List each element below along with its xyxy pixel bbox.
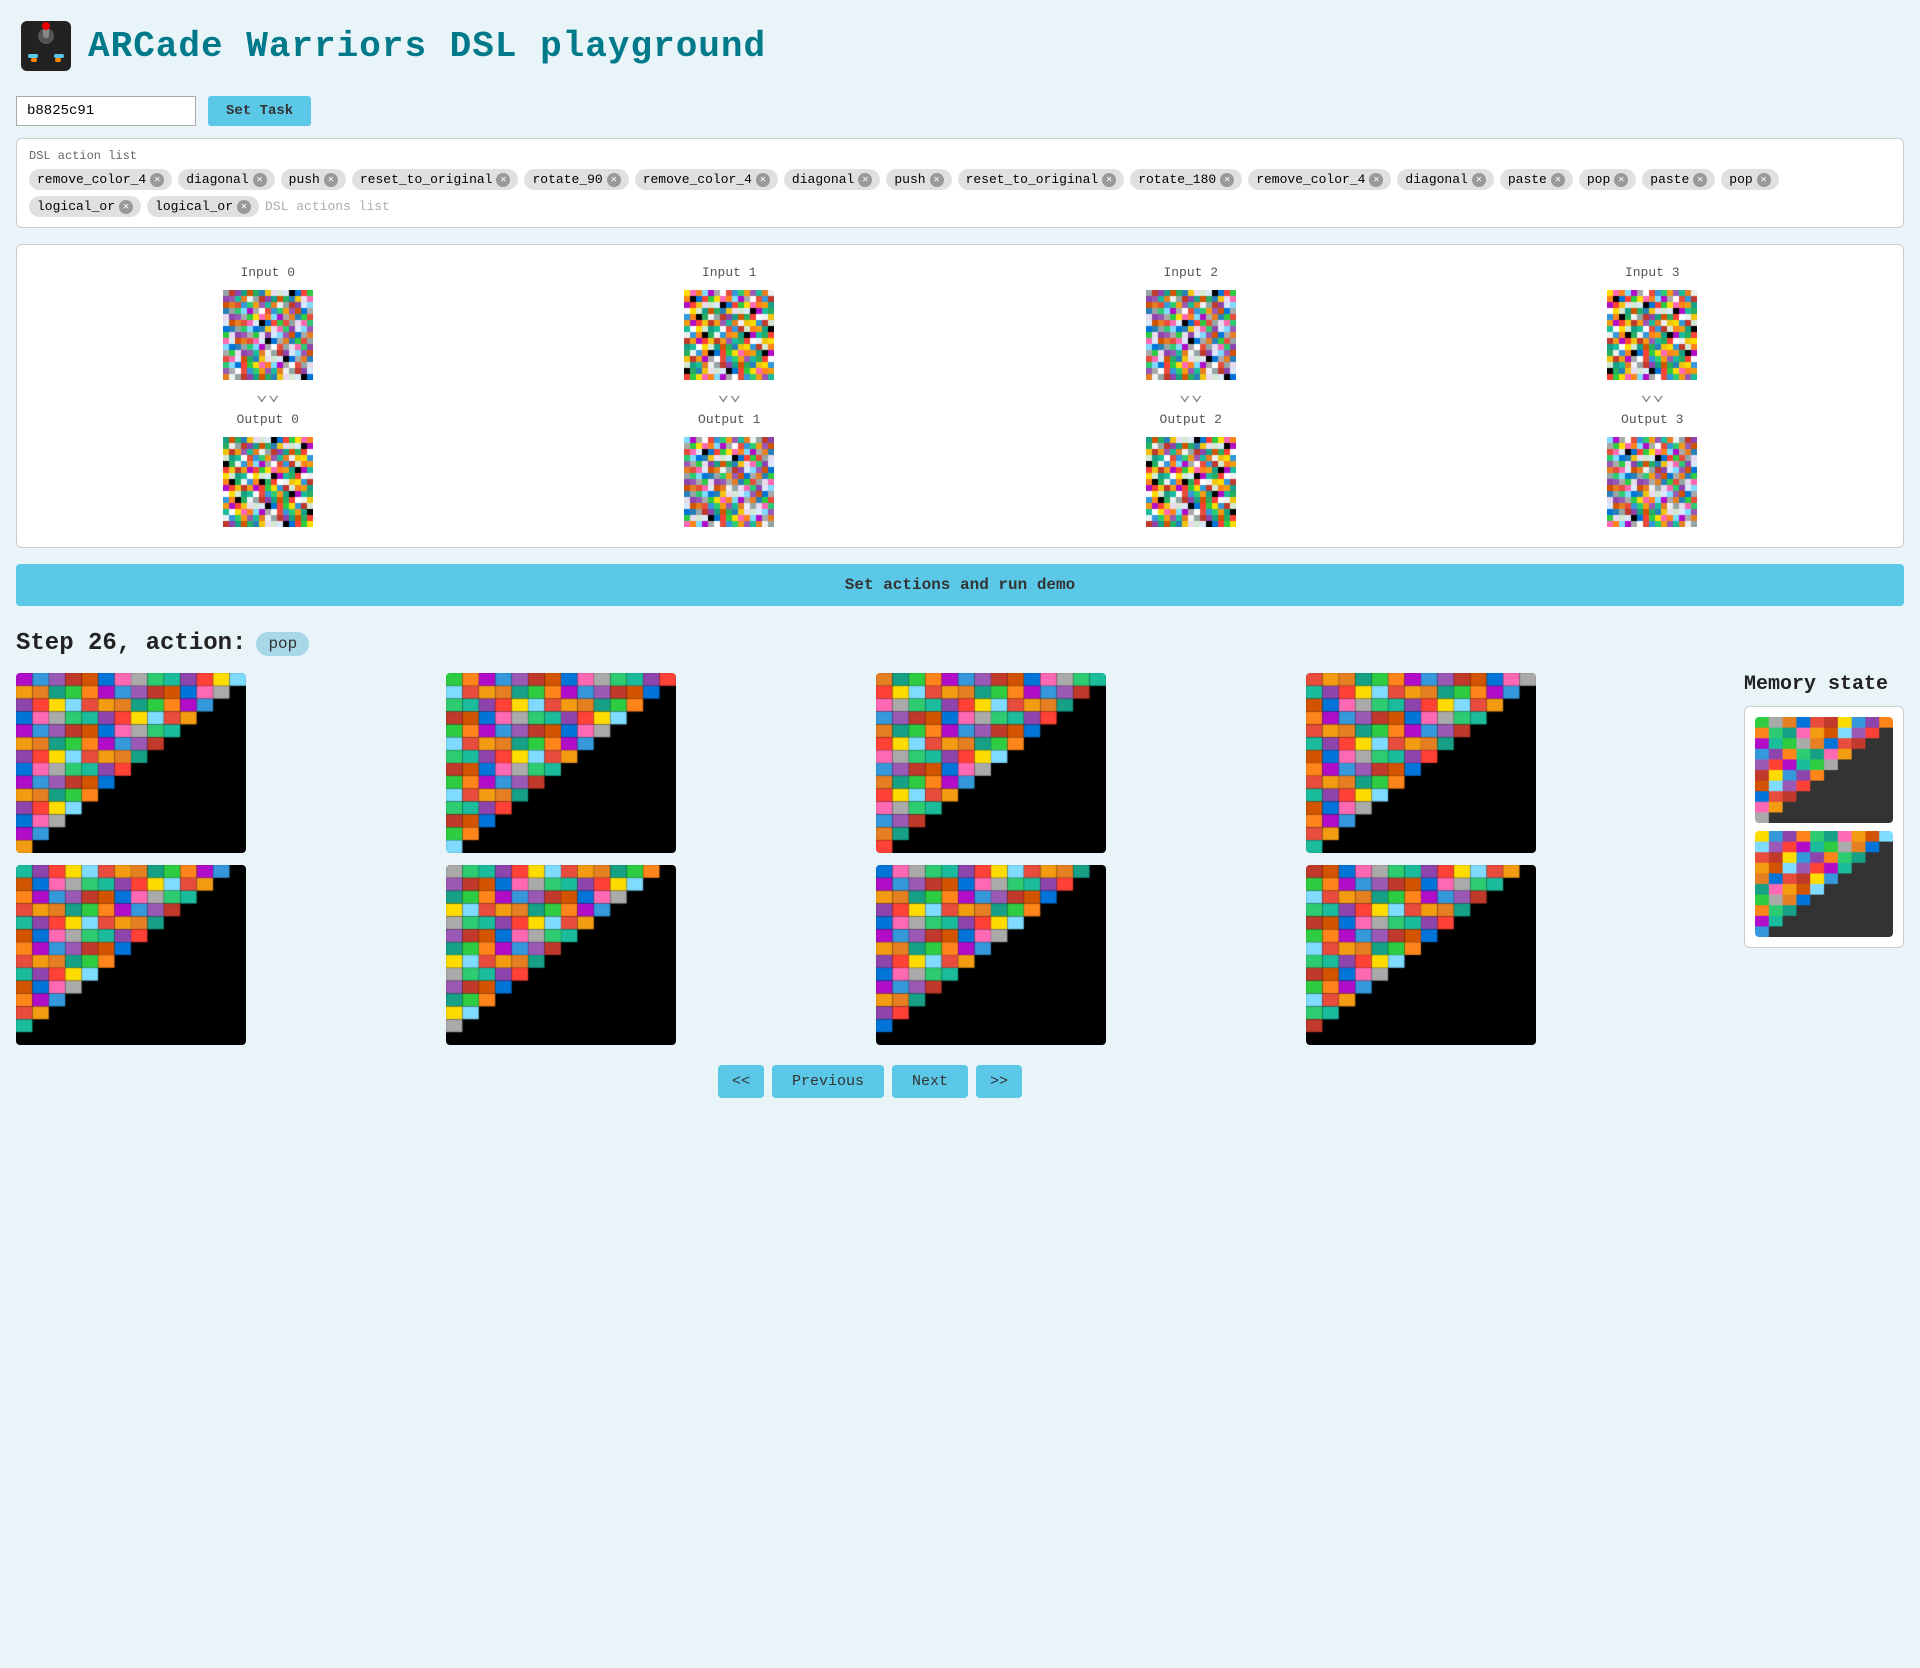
prev-prev-button[interactable]: << <box>718 1065 764 1098</box>
joystick-icon <box>16 16 76 76</box>
remove-tag-icon[interactable]: ✕ <box>1102 173 1116 187</box>
remove-tag-icon[interactable]: ✕ <box>756 173 770 187</box>
input-grid-0 <box>223 290 313 380</box>
set-task-button[interactable]: Set Task <box>208 96 311 126</box>
step-row: Step 26, action: pop <box>16 630 1904 657</box>
dsl-tag[interactable]: paste✕ <box>1500 169 1573 190</box>
remove-tag-icon[interactable]: ✕ <box>1757 173 1771 187</box>
run-demo-button[interactable]: Set actions and run demo <box>16 564 1904 606</box>
remove-tag-icon[interactable]: ✕ <box>858 173 872 187</box>
dsl-tag[interactable]: push✕ <box>886 169 951 190</box>
next-button[interactable]: Next <box>892 1065 968 1098</box>
step-grid-0 <box>16 673 246 853</box>
example-col-0: Input 0 ⌄⌄ Output 0 <box>223 265 313 527</box>
input-label-0: Input 0 <box>240 265 295 280</box>
dsl-tag[interactable]: diagonal✕ <box>178 169 274 190</box>
step-grid-3 <box>1306 673 1536 853</box>
dsl-tag[interactable]: diagonal✕ <box>784 169 880 190</box>
output-label-1: Output 1 <box>698 412 760 427</box>
remove-tag-icon[interactable]: ✕ <box>496 173 510 187</box>
step-grid-4 <box>16 865 246 1045</box>
dsl-tag[interactable]: remove_color_4✕ <box>29 169 172 190</box>
nav-row: << Previous Next >> <box>16 1065 1724 1098</box>
remove-tag-icon[interactable]: ✕ <box>1472 173 1486 187</box>
dsl-tag[interactable]: remove_color_4✕ <box>635 169 778 190</box>
action-badge: pop <box>256 632 309 656</box>
memory-panel: Memory state <box>1744 673 1904 1098</box>
memory-item-1 <box>1755 831 1893 937</box>
task-input[interactable] <box>16 96 196 126</box>
output-grid-0 <box>223 437 313 527</box>
dsl-panel: DSL action list remove_color_4✕ diagonal✕… <box>16 138 1904 228</box>
dsl-tag[interactable]: reset_to_original✕ <box>352 169 519 190</box>
input-grid-2 <box>1146 290 1236 380</box>
example-col-2: Input 2 ⌄⌄ Output 2 <box>1146 265 1236 527</box>
remove-tag-icon[interactable]: ✕ <box>607 173 621 187</box>
dsl-label: DSL action list <box>29 149 1891 163</box>
dsl-tags-container: remove_color_4✕ diagonal✕ push✕ reset_to_or… <box>29 169 1891 217</box>
step-grid-5 <box>446 865 676 1045</box>
remove-tag-icon[interactable]: ✕ <box>1369 173 1383 187</box>
step-grids-top <box>16 673 1724 853</box>
step-grid-1 <box>446 673 676 853</box>
chevron-down-2: ⌄⌄ <box>1179 386 1203 406</box>
remove-tag-icon[interactable]: ✕ <box>324 173 338 187</box>
dsl-tag[interactable]: rotate_180✕ <box>1130 169 1242 190</box>
remove-tag-icon[interactable]: ✕ <box>253 173 267 187</box>
app-title: ARCade Warriors DSL playground <box>88 26 766 67</box>
dsl-placeholder: DSL actions list <box>265 199 390 214</box>
example-col-3: Input 3 ⌄⌄ Output 3 <box>1607 265 1697 527</box>
output-grid-2 <box>1146 437 1236 527</box>
remove-tag-icon[interactable]: ✕ <box>1693 173 1707 187</box>
output-label-3: Output 3 <box>1621 412 1683 427</box>
input-label-3: Input 3 <box>1625 265 1680 280</box>
main-content: << Previous Next >> Memory state <box>16 673 1904 1098</box>
examples-panel: Input 0 ⌄⌄ Output 0 Input 1 ⌄⌄ Output 1 … <box>16 244 1904 548</box>
chevron-down-1: ⌄⌄ <box>717 386 741 406</box>
dsl-tag[interactable]: pop✕ <box>1721 169 1778 190</box>
dsl-tag[interactable]: logical_or✕ <box>147 196 259 217</box>
dsl-tag[interactable]: paste✕ <box>1642 169 1715 190</box>
input-label-1: Input 1 <box>702 265 757 280</box>
dsl-tag[interactable]: logical_or✕ <box>29 196 141 217</box>
next-next-button[interactable]: >> <box>976 1065 1022 1098</box>
remove-tag-icon[interactable]: ✕ <box>1614 173 1628 187</box>
remove-tag-icon[interactable]: ✕ <box>930 173 944 187</box>
output-grid-3 <box>1607 437 1697 527</box>
dsl-tag[interactable]: push✕ <box>281 169 346 190</box>
dsl-tag[interactable]: reset_to_original✕ <box>958 169 1125 190</box>
dsl-tag[interactable]: diagonal✕ <box>1397 169 1493 190</box>
memory-box <box>1744 706 1904 948</box>
memory-item-0 <box>1755 717 1893 823</box>
remove-tag-icon[interactable]: ✕ <box>150 173 164 187</box>
example-col-1: Input 1 ⌄⌄ Output 1 <box>684 265 774 527</box>
input-label-2: Input 2 <box>1163 265 1218 280</box>
step-label: Step 26, action: <box>16 630 246 657</box>
task-row: Set Task <box>16 96 1904 126</box>
step-grid-6 <box>876 865 1106 1045</box>
output-label-0: Output 0 <box>237 412 299 427</box>
app-header: ARCade Warriors DSL playground <box>16 16 1904 76</box>
output-label-2: Output 2 <box>1160 412 1222 427</box>
step-grids-bottom <box>16 865 1724 1045</box>
input-grid-3 <box>1607 290 1697 380</box>
memory-label: Memory state <box>1744 673 1904 696</box>
chevron-down-3: ⌄⌄ <box>1640 386 1664 406</box>
remove-tag-icon[interactable]: ✕ <box>1220 173 1234 187</box>
grids-area: << Previous Next >> <box>16 673 1724 1098</box>
step-grid-2 <box>876 673 1106 853</box>
examples-grid: Input 0 ⌄⌄ Output 0 Input 1 ⌄⌄ Output 1 … <box>37 265 1883 527</box>
input-grid-1 <box>684 290 774 380</box>
dsl-tag[interactable]: remove_color_4✕ <box>1248 169 1391 190</box>
output-grid-1 <box>684 437 774 527</box>
remove-tag-icon[interactable]: ✕ <box>1551 173 1565 187</box>
dsl-tag[interactable]: pop✕ <box>1579 169 1636 190</box>
dsl-tag[interactable]: rotate_90✕ <box>524 169 628 190</box>
chevron-down-0: ⌄⌄ <box>256 386 280 406</box>
remove-tag-icon[interactable]: ✕ <box>119 200 133 214</box>
prev-button[interactable]: Previous <box>772 1065 884 1098</box>
step-grid-7 <box>1306 865 1536 1045</box>
remove-tag-icon[interactable]: ✕ <box>237 200 251 214</box>
